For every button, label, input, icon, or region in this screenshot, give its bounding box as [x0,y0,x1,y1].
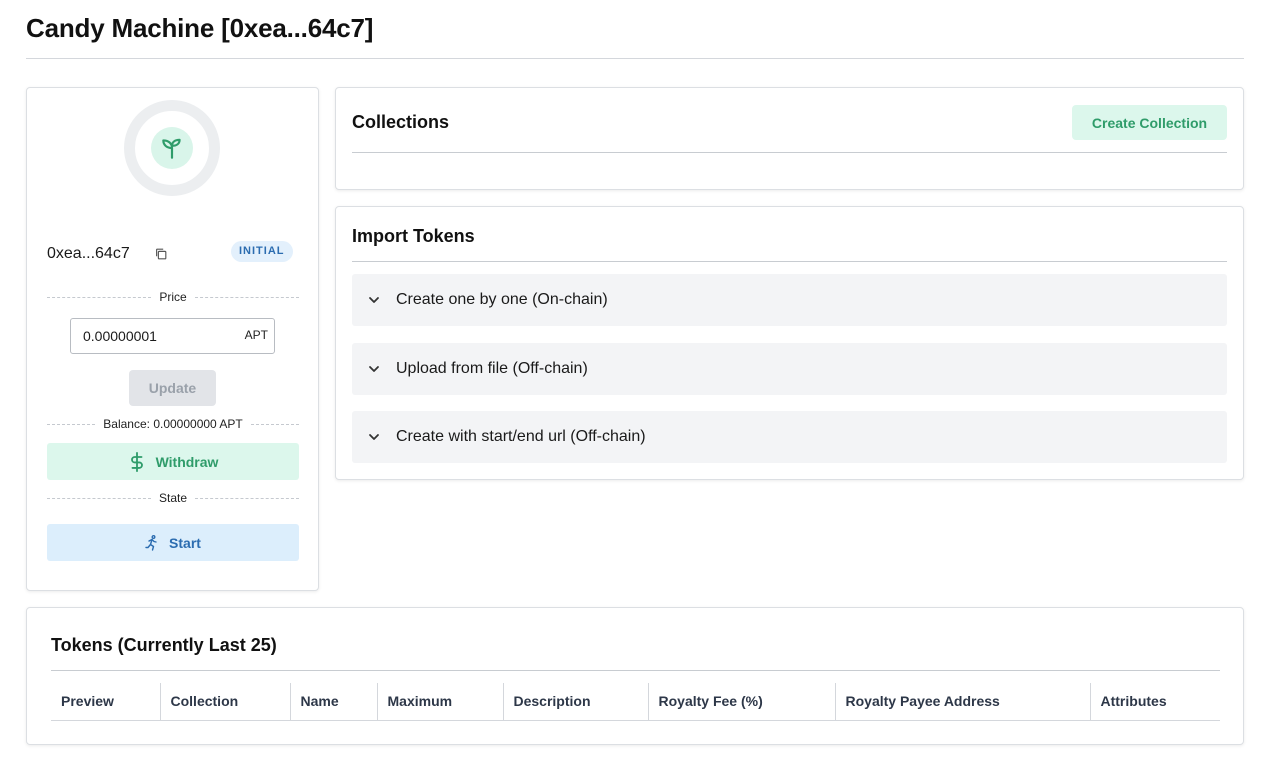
accordion-upload-from-file[interactable]: Upload from file (Off-chain) [352,343,1227,395]
column-header-attributes: Attributes [1089,683,1220,721]
withdraw-button[interactable]: Withdraw [47,443,299,480]
withdraw-label: Withdraw [155,453,219,470]
column-header-royalty-payee-address: Royalty Payee Address [834,683,1090,721]
chevron-down-icon [369,366,379,372]
dollar-sign-icon [130,451,143,472]
title-divider [26,58,1244,59]
accordion-create-one-by-one[interactable]: Create one by one (On-chain) [352,274,1227,326]
chevron-down-icon [369,297,379,303]
machine-card: 0xea...64c7 INITIAL Price APT Update Bal… [26,87,319,591]
column-header-description: Description [502,683,648,721]
status-badge: INITIAL [231,241,293,262]
column-header-collection: Collection [159,683,290,721]
avatar-badge [151,127,193,169]
accordion-label: Create one by one (On-chain) [396,291,608,308]
sprout-icon [162,138,181,159]
tokens-title: Tokens (Currently Last 25) [51,635,277,655]
price-divider: Price [47,289,299,305]
create-collection-button[interactable]: Create Collection [1072,105,1227,140]
machine-address: 0xea...64c7 [47,245,130,262]
accordion-start-end-url[interactable]: Create with start/end url (Off-chain) [352,411,1227,463]
column-header-maximum: Maximum [376,683,503,721]
import-tokens-title: Import Tokens [352,226,475,246]
avatar [124,100,220,196]
tokens-divider [51,670,1220,671]
column-header-preview: Preview [51,683,160,721]
state-label: State [158,491,188,505]
column-header-name: Name [289,683,377,721]
accordion-label: Upload from file (Off-chain) [396,360,588,377]
tokens-card: Tokens (Currently Last 25) Preview Colle… [26,607,1244,745]
column-header-royalty-fee: Royalty Fee (%) [647,683,835,721]
page-title: Candy Machine [0xea...64c7] [26,13,374,43]
collections-title: Collections [352,112,450,132]
balance-divider: Balance: 0.00000000 APT [47,416,300,432]
price-label: Price [159,290,187,304]
import-tokens-card: Import Tokens Create one by one (On-chai… [335,206,1244,480]
price-unit: APT [244,328,268,342]
accordion-label: Create with start/end url (Off-chain) [396,428,646,445]
state-divider: State [47,490,299,506]
chevron-down-icon [369,434,379,440]
copy-icon[interactable] [154,247,168,261]
update-button[interactable]: Update [129,370,216,406]
price-input[interactable] [83,319,233,353]
table-header-row: Preview Collection Name Maximum Descript… [51,683,1220,721]
collections-divider [352,152,1227,153]
price-field: APT [70,318,275,354]
collections-card: Collections Create Collection [335,87,1244,190]
running-person-icon [145,534,157,551]
start-label: Start [169,534,201,551]
balance-label: Balance: 0.00000000 APT [103,417,243,431]
import-tokens-divider [352,261,1227,262]
start-button[interactable]: Start [47,524,299,561]
tokens-table: Preview Collection Name Maximum Descript… [51,683,1220,721]
